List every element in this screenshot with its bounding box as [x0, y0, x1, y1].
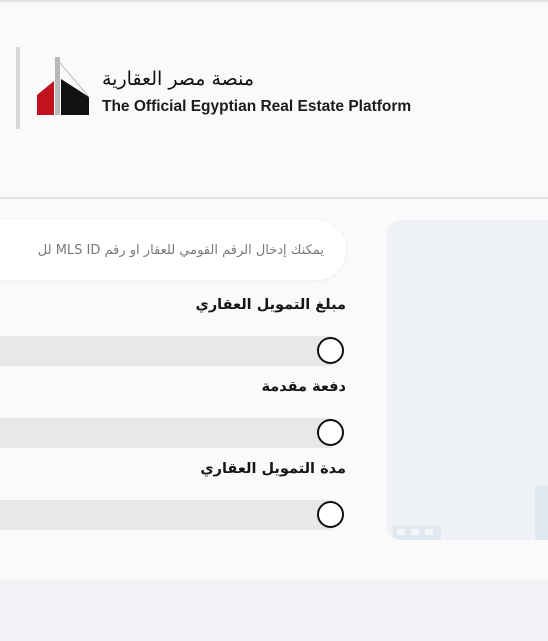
down-payment-slider-track[interactable] — [0, 418, 332, 448]
illustration-window — [411, 529, 419, 535]
page: منصة مصر العقارية The Official Egyptian … — [0, 0, 548, 641]
footer-area — [0, 580, 548, 641]
down-payment-label: دفعة مقدمة — [261, 379, 346, 395]
loan-amount-slider-track[interactable] — [0, 336, 332, 366]
building-logo-icon — [37, 57, 90, 115]
illustration-window — [425, 529, 433, 535]
header: منصة مصر العقارية The Official Egyptian … — [0, 0, 548, 199]
loan-duration-label: مدة التمويل العقاري — [200, 461, 346, 477]
loan-duration-slider-thumb[interactable] — [317, 501, 344, 528]
logo-divider — [16, 47, 20, 129]
logo-arabic-text: منصة مصر العقارية — [102, 68, 255, 90]
illustration-card — [387, 220, 548, 540]
calculator-section: مبلغ التمويل العقاري دفعة مقدمة مدة التم… — [0, 199, 548, 580]
logo-english-text: The Official Egyptian Real Estate Platfo… — [102, 98, 412, 115]
search-box — [0, 220, 346, 280]
brand-logo[interactable]: منصة مصر العقارية The Official Egyptian … — [16, 47, 436, 129]
loan-duration-slider-track[interactable] — [0, 500, 332, 530]
illustration-building-shape — [535, 485, 548, 540]
down-payment-slider-thumb[interactable] — [317, 419, 344, 446]
search-input[interactable] — [0, 220, 324, 280]
loan-amount-label: مبلغ التمويل العقاري — [195, 297, 346, 313]
loan-amount-slider-thumb[interactable] — [317, 337, 344, 364]
illustration-window — [397, 529, 405, 535]
